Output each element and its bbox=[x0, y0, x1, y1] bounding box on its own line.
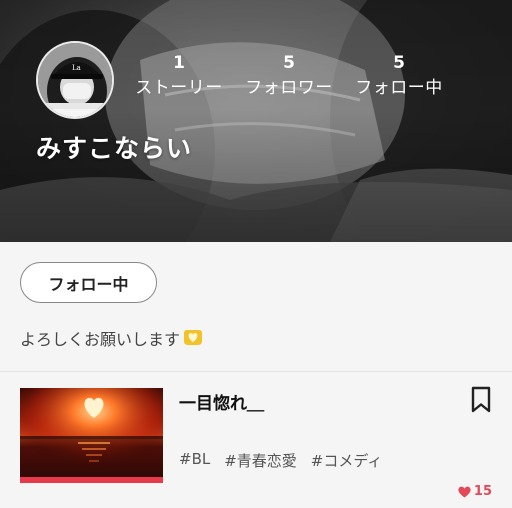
stat-followers-count: 5 bbox=[283, 53, 295, 73]
story-thumbnail[interactable] bbox=[20, 388, 163, 483]
stat-followers[interactable]: 5 フォロワー bbox=[234, 53, 344, 99]
stat-following[interactable]: 5 フォロー中 bbox=[344, 53, 454, 99]
tag[interactable]: #青春恋愛 bbox=[224, 450, 297, 471]
profile-cover bbox=[0, 0, 512, 242]
like-count-value: 15 bbox=[473, 484, 492, 499]
bio-text: よろしくお願いします bbox=[20, 330, 181, 349]
story-title[interactable]: 一目惚れ＿ bbox=[179, 389, 264, 414]
avatar[interactable]: La bbox=[36, 41, 114, 119]
bio: よろしくお願いします bbox=[20, 326, 204, 350]
sunset-heart-image bbox=[20, 388, 163, 483]
story-card[interactable]: 一目惚れ＿ #BL #青春恋愛 #コメディ 15 bbox=[0, 372, 512, 508]
story-progress-bar bbox=[20, 477, 163, 483]
svg-text:La: La bbox=[72, 64, 81, 72]
stat-stories[interactable]: 1 ストーリー bbox=[124, 53, 234, 99]
tag[interactable]: #BL bbox=[179, 450, 210, 471]
stat-followers-label: フォロワー bbox=[245, 78, 333, 98]
username: みすこならい bbox=[36, 134, 193, 163]
heart-hands-icon bbox=[184, 330, 203, 345]
cover-overlay bbox=[0, 0, 512, 242]
following-button[interactable]: フォロー中 bbox=[20, 262, 157, 303]
stat-following-count: 5 bbox=[393, 53, 405, 73]
tag[interactable]: #コメディ bbox=[311, 450, 383, 471]
stat-following-label: フォロー中 bbox=[355, 78, 443, 98]
bookmark-icon[interactable] bbox=[469, 386, 493, 414]
story-tags: #BL #青春恋愛 #コメディ bbox=[179, 450, 382, 471]
heart-icon bbox=[458, 486, 471, 497]
stat-stories-label: ストーリー bbox=[135, 78, 223, 98]
like-count[interactable]: 15 bbox=[458, 484, 492, 499]
stat-stories-count: 1 bbox=[173, 53, 185, 73]
